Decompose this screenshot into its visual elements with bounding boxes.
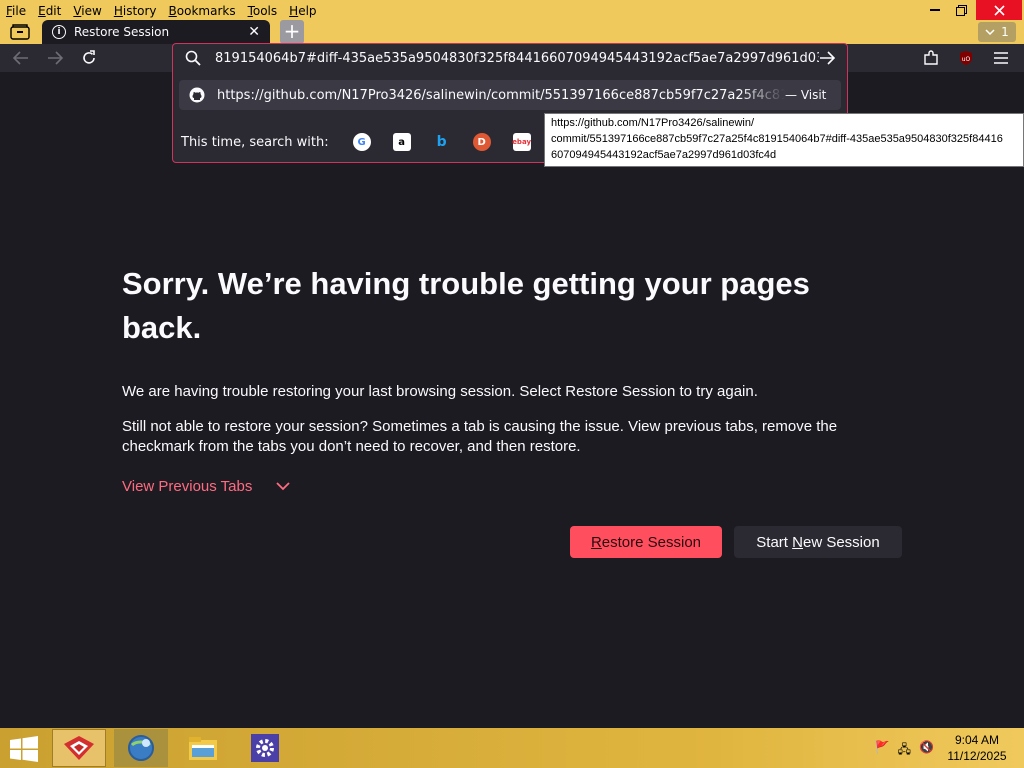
duckduckgo-icon[interactable]: D xyxy=(472,133,491,151)
tooltip-line: https://github.com/N17Pro3426/salinewin/ xyxy=(551,117,755,129)
github-icon xyxy=(189,87,205,103)
start-button[interactable] xyxy=(10,736,38,762)
urlbar-suggestion-row[interactable]: https://github.com/N17Pro3426/salinewin/… xyxy=(179,80,841,110)
tabs-view-icon xyxy=(10,24,30,40)
menu-view[interactable]: View xyxy=(67,0,107,20)
browser-app-icon xyxy=(64,736,94,760)
description-text: We are having trouble restoring your las… xyxy=(122,383,758,400)
urlbar-input-row: 819154064b7#diff-435ae535a9504830f325f84… xyxy=(173,44,847,72)
suggestion-url: https://github.com/N17Pro3426/salinewin/… xyxy=(217,87,785,103)
tab-title: Restore Session xyxy=(74,25,170,39)
gear-icon xyxy=(251,734,279,762)
tab-count: 1 xyxy=(1001,25,1009,39)
close-window-button[interactable] xyxy=(976,0,1022,20)
volume-muted-icon[interactable]: 🔇 xyxy=(919,740,934,761)
bing-icon[interactable]: b xyxy=(433,133,451,151)
page-title: Sorry. We’re having trouble getting your… xyxy=(122,266,810,345)
view-previous-tabs-toggle[interactable]: View Previous Tabs xyxy=(122,478,290,495)
reload-button[interactable] xyxy=(78,48,100,68)
taskbar-clock[interactable]: 9:04 AM 11/12/2025 xyxy=(944,732,1010,764)
menu-history[interactable]: History xyxy=(108,0,163,20)
restore-session-content: Sorry. We’re having trouble getting your… xyxy=(122,262,912,558)
system-tray: 🚩 🖧 🔇 xyxy=(875,740,934,761)
reload-icon xyxy=(83,50,95,64)
back-arrow-icon xyxy=(13,51,28,65)
network-icon[interactable]: 🖧 xyxy=(898,740,911,761)
go-arrow-icon[interactable] xyxy=(819,51,835,65)
help-text: Still not able to restore your session? … xyxy=(122,418,838,455)
restore-accesskey: R xyxy=(590,533,602,551)
chevron-down-icon xyxy=(276,482,290,491)
url-tooltip: https://github.com/N17Pro3426/salinewin/… xyxy=(544,113,1024,167)
restore-window-icon xyxy=(955,4,967,16)
menu-bar: File Edit View History Bookmarks Tools H… xyxy=(0,0,323,20)
start-new-session-button[interactable]: Start New Session xyxy=(734,526,902,558)
firefox-view-button[interactable] xyxy=(8,22,32,42)
new-session-label-end: ew Session xyxy=(802,533,880,551)
new-session-label-start: Start xyxy=(756,533,793,551)
extensions-button[interactable] xyxy=(920,48,942,68)
menu-file-label: ile xyxy=(12,4,27,18)
taskbar-firefox[interactable] xyxy=(52,729,106,767)
tooltip-line: commit/551397166ce887cb59f7c27a25f4c8191… xyxy=(551,133,1003,145)
forward-arrow-icon xyxy=(48,51,63,65)
info-icon: i xyxy=(52,25,66,39)
search-icon xyxy=(185,50,201,66)
amazon-icon[interactable]: a xyxy=(392,133,411,151)
new-session-accesskey: N xyxy=(792,533,803,551)
minimize-icon xyxy=(930,9,940,11)
browser-title-bar: File Edit View History Bookmarks Tools H… xyxy=(0,0,1024,44)
suggestion-action: — Visit xyxy=(785,88,827,102)
windows-logo-icon xyxy=(10,736,38,762)
tab-close-icon[interactable]: ✕ xyxy=(248,24,260,40)
taskbar-settings[interactable] xyxy=(238,729,292,767)
app-menu-button[interactable] xyxy=(990,48,1012,68)
back-button[interactable] xyxy=(10,48,32,68)
menu-tools[interactable]: Tools xyxy=(242,0,284,20)
url-input[interactable]: 819154064b7#diff-435ae535a9504830f325f84… xyxy=(215,51,819,66)
restore-label: estore Session xyxy=(601,533,702,551)
list-all-tabs-button[interactable]: 1 xyxy=(978,22,1016,42)
menu-edit[interactable]: Edit xyxy=(32,0,67,20)
menu-file[interactable]: File xyxy=(0,0,32,20)
globe-icon xyxy=(128,735,154,761)
action-center-flag-icon[interactable]: 🚩 xyxy=(875,740,890,761)
taskbar-file-explorer[interactable] xyxy=(176,729,230,767)
close-icon xyxy=(993,4,1005,16)
search-with-label: This time, search with: xyxy=(181,134,329,150)
clock-time: 9:04 AM xyxy=(954,733,1000,747)
puzzle-icon xyxy=(924,50,938,65)
ublock-origin-icon: uO xyxy=(960,51,972,65)
taskbar-internet-explorer[interactable] xyxy=(114,729,168,767)
tooltip-line: 607094945443192acf5ae7a2997d961d03fc4d xyxy=(551,149,777,161)
ublock-button[interactable]: uO xyxy=(955,48,977,68)
hamburger-menu-icon xyxy=(994,52,1008,64)
windows-taskbar: 🚩 🖧 🔇 9:04 AM 11/12/2025 xyxy=(0,728,1024,768)
menu-help[interactable]: Help xyxy=(283,0,322,20)
view-previous-tabs-label: View Previous Tabs xyxy=(122,478,253,495)
forward-button[interactable] xyxy=(44,48,66,68)
chevron-down-icon xyxy=(985,29,995,35)
ebay-icon[interactable]: ebay xyxy=(512,133,531,151)
svg-text:uO: uO xyxy=(962,56,971,63)
restore-window-button[interactable] xyxy=(944,0,978,20)
clock-date: 11/12/2025 xyxy=(947,749,1007,763)
tab-restore-session[interactable]: i Restore Session ✕ xyxy=(42,20,270,44)
google-icon[interactable]: G xyxy=(352,133,371,151)
menu-bookmarks[interactable]: Bookmarks xyxy=(163,0,242,20)
new-tab-button[interactable]: + xyxy=(280,20,304,44)
folder-icon xyxy=(189,737,217,760)
restore-session-button[interactable]: Restore Session xyxy=(570,526,722,558)
